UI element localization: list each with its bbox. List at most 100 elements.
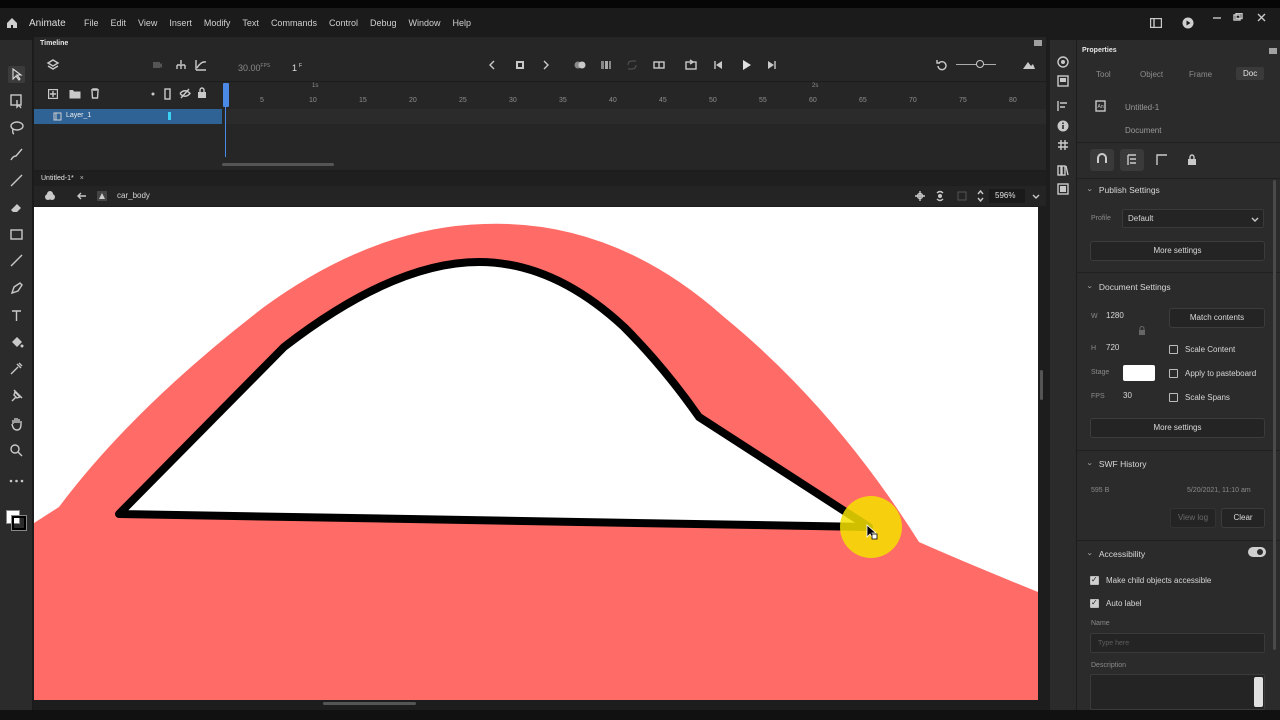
zoom-level[interactable]: 596% bbox=[989, 189, 1025, 203]
mountain-icon[interactable] bbox=[1022, 59, 1036, 71]
menu-edit[interactable]: Edit bbox=[111, 18, 127, 28]
publish-more-settings-button[interactable]: More settings bbox=[1090, 241, 1265, 261]
snap-icon[interactable] bbox=[914, 190, 926, 202]
assets-icon[interactable] bbox=[1057, 56, 1069, 68]
clip-stage-icon[interactable] bbox=[957, 191, 967, 201]
properties-scrollbar[interactable] bbox=[1273, 180, 1276, 650]
eraser-tool[interactable] bbox=[8, 199, 25, 216]
chevron-down-icon[interactable] bbox=[1032, 194, 1040, 199]
eye-hidden-icon[interactable] bbox=[179, 88, 191, 99]
swf-history-header[interactable]: SWF History bbox=[1089, 459, 1147, 469]
symbol-icon[interactable] bbox=[96, 190, 108, 202]
frame-ruler[interactable]: 1s 2s 5 10 15 20 25 30 35 40 45 50 55 60… bbox=[224, 83, 1046, 107]
doc-fps-value[interactable]: 30 bbox=[1123, 391, 1132, 400]
grid-icon[interactable] bbox=[1057, 139, 1069, 151]
fps-readout[interactable]: 30.00FPS bbox=[238, 63, 270, 73]
new-layer-icon[interactable] bbox=[48, 89, 58, 99]
menu-insert[interactable]: Insert bbox=[169, 18, 192, 28]
width-value[interactable]: 1280 bbox=[1106, 311, 1124, 320]
view-log-button[interactable]: View log bbox=[1170, 508, 1216, 528]
symbol-breadcrumb[interactable]: car_body bbox=[117, 191, 150, 200]
layer-depth-icon[interactable] bbox=[175, 59, 187, 71]
stage-canvas[interactable] bbox=[34, 207, 1038, 700]
keyframe-icon[interactable] bbox=[514, 59, 526, 71]
step-back-icon[interactable] bbox=[713, 59, 725, 71]
play-icon[interactable] bbox=[740, 59, 752, 71]
new-folder-icon[interactable] bbox=[69, 89, 81, 99]
panel-menu-icon[interactable] bbox=[1269, 48, 1277, 54]
align-icon[interactable] bbox=[1057, 100, 1069, 112]
rectangle-tool[interactable] bbox=[8, 226, 25, 243]
subselection-tool[interactable] bbox=[8, 92, 25, 109]
workspace-icon[interactable] bbox=[1150, 18, 1162, 28]
graph-icon[interactable] bbox=[195, 59, 207, 71]
stage-vertical-scrollbar[interactable] bbox=[1040, 370, 1043, 400]
stage[interactable] bbox=[34, 207, 1038, 700]
chevron-left-icon[interactable] bbox=[487, 59, 497, 71]
scale-content-checkbox[interactable] bbox=[1169, 345, 1178, 354]
rotate-stage-icon[interactable] bbox=[934, 190, 946, 202]
outline-icon[interactable] bbox=[164, 88, 172, 100]
menu-help[interactable]: Help bbox=[453, 18, 472, 28]
ruler-guides-button[interactable] bbox=[1150, 149, 1174, 171]
lasso-tool[interactable] bbox=[8, 119, 25, 136]
minimize-icon[interactable] bbox=[1212, 14, 1222, 20]
components-icon[interactable] bbox=[1057, 164, 1069, 176]
reset-zoom-icon[interactable] bbox=[936, 59, 948, 71]
chevron-right-icon[interactable] bbox=[541, 59, 551, 71]
description-input[interactable] bbox=[1090, 674, 1265, 710]
clear-button[interactable]: Clear bbox=[1221, 508, 1265, 528]
zoom-tool[interactable] bbox=[8, 442, 25, 459]
paint-bucket-tool[interactable] bbox=[8, 334, 25, 351]
menu-text[interactable]: Text bbox=[242, 18, 259, 28]
close-window-icon[interactable] bbox=[1257, 13, 1266, 22]
apply-pasteboard-checkbox[interactable] bbox=[1169, 369, 1178, 378]
layer-row[interactable]: Layer_1 bbox=[34, 109, 222, 124]
layers-icon[interactable] bbox=[46, 58, 60, 72]
match-contents-button[interactable]: Match contents bbox=[1169, 308, 1265, 328]
text-tool[interactable] bbox=[8, 307, 25, 324]
zoom-stepper-icon[interactable] bbox=[977, 189, 984, 203]
layer-name[interactable]: Layer_1 bbox=[66, 112, 91, 119]
tab-frame[interactable]: Frame bbox=[1189, 70, 1212, 79]
insert-frame-icon[interactable] bbox=[653, 59, 665, 71]
step-forward-icon[interactable] bbox=[765, 59, 777, 71]
lock-guides-button[interactable] bbox=[1180, 149, 1204, 171]
accessibility-header[interactable]: Accessibility bbox=[1089, 549, 1145, 559]
scene-icon[interactable] bbox=[44, 190, 56, 202]
panel-menu-icon[interactable] bbox=[1034, 40, 1042, 46]
pen-tool[interactable] bbox=[8, 280, 25, 297]
document-settings-header[interactable]: Document Settings bbox=[1089, 282, 1171, 292]
close-tab-icon[interactable]: × bbox=[80, 175, 84, 182]
timeline-scrollbar[interactable] bbox=[222, 163, 334, 166]
stage-color-swatch[interactable] bbox=[1123, 365, 1155, 381]
camera-icon[interactable] bbox=[152, 60, 163, 70]
highlight-dot-icon[interactable] bbox=[150, 91, 156, 97]
back-arrow-icon[interactable] bbox=[76, 191, 87, 201]
scale-spans-checkbox[interactable] bbox=[1169, 393, 1178, 402]
document-tab[interactable]: Untitled-1* × bbox=[41, 175, 84, 182]
menu-commands[interactable]: Commands bbox=[271, 18, 317, 28]
auto-label-checkbox[interactable] bbox=[1090, 598, 1099, 608]
layer-depth-button[interactable] bbox=[1120, 149, 1144, 171]
loop-playback-icon[interactable] bbox=[685, 59, 697, 71]
make-child-accessible-checkbox[interactable] bbox=[1090, 575, 1099, 585]
paint-brush-tool[interactable] bbox=[8, 172, 25, 189]
frame-readout[interactable]: 1F bbox=[292, 63, 302, 73]
pin-tool[interactable] bbox=[8, 387, 25, 404]
snap-to-objects-button[interactable] bbox=[1090, 149, 1114, 171]
menu-modify[interactable]: Modify bbox=[204, 18, 231, 28]
menu-control[interactable]: Control bbox=[329, 18, 358, 28]
info-icon[interactable] bbox=[1057, 120, 1069, 132]
delete-icon[interactable] bbox=[90, 88, 100, 99]
restore-icon[interactable] bbox=[1233, 13, 1243, 21]
tab-doc[interactable]: Doc bbox=[1236, 67, 1265, 80]
lock-icon[interactable] bbox=[197, 87, 207, 99]
library-icon[interactable] bbox=[1057, 75, 1069, 87]
link-icon[interactable] bbox=[1138, 326, 1146, 336]
height-value[interactable]: 720 bbox=[1106, 343, 1119, 352]
timeline-zoom-knob[interactable] bbox=[976, 60, 984, 68]
selection-tool[interactable] bbox=[8, 66, 25, 83]
onion-skin-icon[interactable] bbox=[573, 59, 587, 71]
stroke-color-swatch[interactable] bbox=[11, 515, 27, 531]
